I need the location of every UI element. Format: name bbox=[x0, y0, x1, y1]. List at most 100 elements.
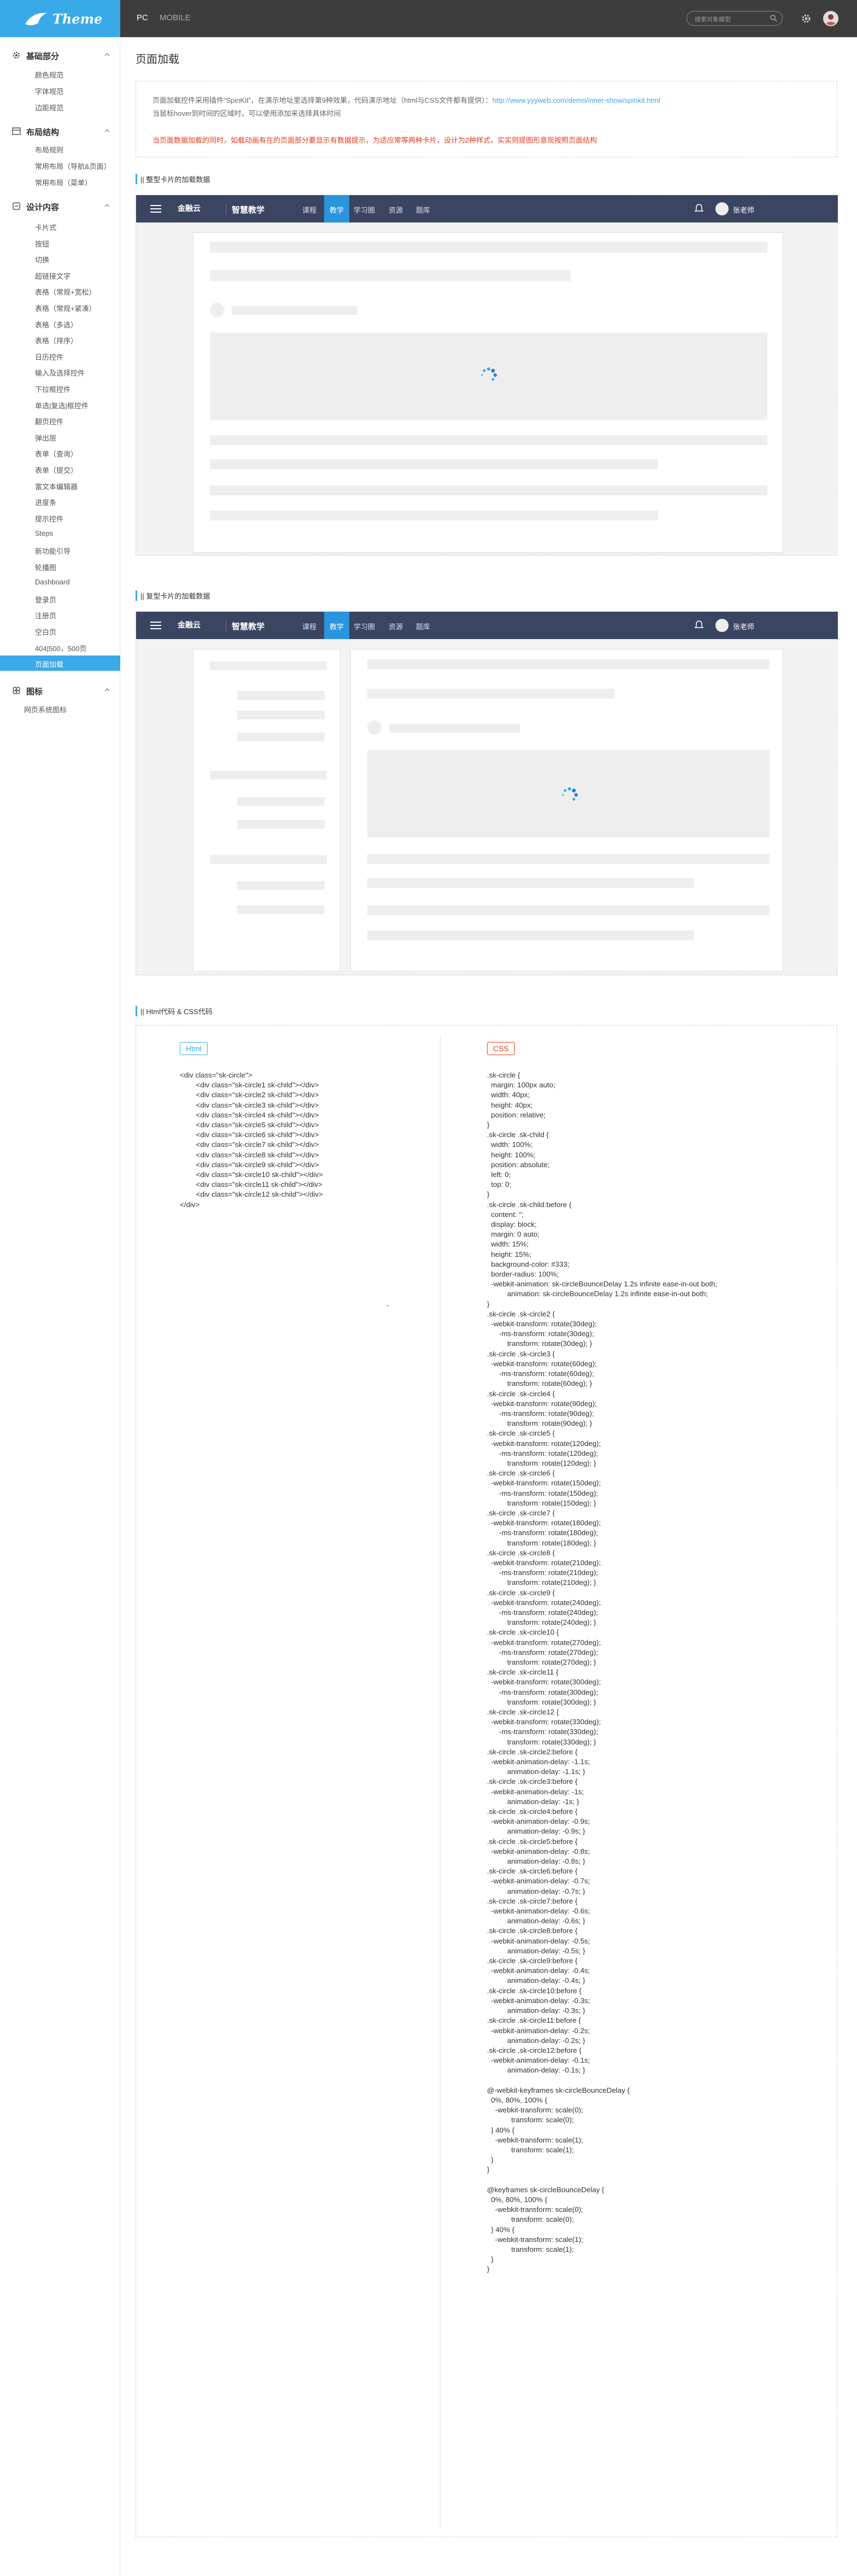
demo-nav-item[interactable]: 学习圈 bbox=[354, 621, 375, 631]
chevron-up-icon[interactable] bbox=[104, 687, 110, 693]
code-line: .sk-circle .sk-circle12 { bbox=[487, 1708, 559, 1716]
demo-brand: 智慧教学 bbox=[226, 620, 265, 632]
sidebar-item-design[interactable]: 进度条 bbox=[35, 497, 56, 507]
demo-nav-item[interactable]: 题库 bbox=[416, 204, 430, 215]
demo-logo: 金融云 bbox=[178, 204, 201, 213]
sidebar-item-font[interactable]: 字体规范 bbox=[35, 86, 63, 96]
code-line: } 40% { bbox=[487, 2225, 515, 2234]
code-line: <div class="sk-circle6 sk-child"></div> bbox=[180, 1131, 319, 1139]
code-line: animation-delay: -0.4s; } bbox=[487, 1976, 585, 1985]
sidebar-item-design[interactable]: 单选|复选|框控件 bbox=[35, 400, 89, 411]
code-line: animation-delay: -0.5s; } bbox=[487, 1946, 585, 1955]
sidebar-item-design[interactable]: Steps bbox=[35, 529, 53, 537]
code-line: -ms-transform: rotate(150deg); bbox=[487, 1489, 598, 1497]
code-line: -webkit-transform: rotate(270deg); bbox=[487, 1638, 601, 1647]
tab-pc[interactable]: PC bbox=[137, 13, 148, 22]
chevron-up-icon[interactable] bbox=[104, 202, 110, 209]
sidebar-item-design[interactable]: Dashboard bbox=[35, 578, 70, 586]
chevron-up-icon[interactable] bbox=[104, 127, 110, 134]
code-line: .sk-circle .sk-circle7:before { bbox=[487, 1896, 578, 1905]
loading-main-card bbox=[350, 649, 783, 971]
code-line: <div class="sk-circle7 sk-child"></div> bbox=[180, 1140, 319, 1149]
sidebar-item-design[interactable]: 表格（多选） bbox=[35, 319, 78, 330]
sidebar-item-design[interactable]: 表格（排序） bbox=[35, 335, 78, 346]
sidebar-item-design[interactable]: 切换 bbox=[35, 254, 49, 265]
search-icon[interactable] bbox=[770, 14, 777, 22]
code-line: .sk-circle { bbox=[487, 1071, 520, 1079]
code-line: -webkit-transform: scale(1); bbox=[487, 2135, 583, 2144]
code-line: width: 100%; bbox=[487, 1140, 533, 1149]
code-line: -webkit-animation-delay: -0.9s; bbox=[487, 1817, 590, 1826]
logo[interactable]: Theme bbox=[0, 0, 120, 37]
code-line: -webkit-transform: rotate(240deg); bbox=[487, 1598, 601, 1607]
code-line: <div class="sk-circle1 sk-child"></div> bbox=[180, 1081, 319, 1090]
sidebar-item-design[interactable]: 提示控件 bbox=[35, 513, 63, 524]
bell-icon[interactable] bbox=[695, 620, 703, 630]
sidebar-item-design[interactable]: 表格（常规+紧凑） bbox=[35, 303, 96, 313]
sidebar-item-design[interactable]: 弹出层 bbox=[35, 432, 56, 443]
search-input[interactable]: 搜索对象模型 bbox=[686, 11, 783, 26]
demo-nav-item[interactable]: 学习圈 bbox=[354, 204, 375, 215]
code-line: transform: rotate(90deg); } bbox=[487, 1419, 592, 1428]
sidebar-item-design[interactable]: 超链接文字 bbox=[35, 271, 71, 281]
demo-user-avatar[interactable] bbox=[715, 202, 729, 215]
sidebar-item-design[interactable]: 轮播图 bbox=[35, 562, 56, 572]
css-code-tab[interactable]: CSS bbox=[487, 1042, 515, 1055]
demo-user-name[interactable]: 张老师 bbox=[733, 621, 754, 631]
sidebar-item-design[interactable]: 按钮 bbox=[35, 238, 49, 249]
html-code-tab[interactable]: Html bbox=[180, 1042, 208, 1055]
sidebar-item-design[interactable]: 空白页 bbox=[35, 627, 56, 637]
code-line: <div class="sk-circle11 sk-child"></div> bbox=[180, 1180, 322, 1189]
gear-icon[interactable] bbox=[801, 14, 811, 24]
section-title-simple: || 整型卡片的加载数据 bbox=[136, 174, 210, 184]
demo-nav-item[interactable]: 题库 bbox=[416, 621, 430, 631]
sidebar-item-layout-nav[interactable]: 常用布局（导航&页面） bbox=[35, 161, 111, 171]
menu-icon[interactable] bbox=[150, 621, 161, 630]
demo-nav-item[interactable]: 资源 bbox=[389, 204, 403, 215]
sidebar-item-design[interactable]: 卡片式 bbox=[35, 222, 56, 232]
demo-nav-item[interactable]: 课程 bbox=[302, 621, 316, 631]
demo-nav-item[interactable]: 资源 bbox=[389, 621, 403, 631]
code-line: -webkit-animation-delay: -1.1s; bbox=[487, 1758, 590, 1766]
sidebar-group-label: 图标 bbox=[26, 687, 43, 696]
sidebar-item-layout-menu[interactable]: 常用布局（菜单） bbox=[35, 177, 92, 188]
section-title-complex: || 复型卡片的加载数据 bbox=[136, 590, 210, 601]
sidebar-item-design[interactable]: 表单（提交） bbox=[35, 465, 78, 475]
code-line: animation: sk-circleBounceDelay 1.2s inf… bbox=[487, 1290, 708, 1298]
code-line: top: 0; bbox=[487, 1180, 512, 1189]
bell-icon[interactable] bbox=[695, 203, 703, 213]
sidebar-item-design[interactable]: 翻页控件 bbox=[35, 416, 63, 426]
code-line: -webkit-animation-delay: -0.7s; bbox=[487, 1877, 590, 1886]
tab-mobile[interactable]: MOBILE bbox=[160, 13, 191, 22]
sidebar-item-design[interactable]: 输入及选择控件 bbox=[35, 367, 85, 378]
sidebar-item-color[interactable]: 颜色规范 bbox=[35, 69, 63, 80]
chevron-up-icon[interactable] bbox=[104, 51, 110, 58]
sidebar-item-design[interactable]: 富文本编辑器 bbox=[35, 481, 78, 491]
code-line: .sk-circle .sk-circle11:before { bbox=[487, 2016, 581, 2025]
demo-nav-item-active[interactable]: 教学 bbox=[330, 204, 344, 215]
sidebar-item-margin[interactable]: 边距规范 bbox=[35, 102, 63, 113]
sidebar-item-design[interactable]: 日历控件 bbox=[35, 352, 63, 362]
code-line: <div class="sk-circle8 sk-child"></div> bbox=[180, 1150, 319, 1159]
sidebar-item-web-icons[interactable]: 网页系统图标 bbox=[24, 704, 67, 715]
spinkit-link[interactable]: http://www.yyyweb.com/demo/inner-show/sp… bbox=[492, 96, 660, 104]
demo-logo: 金融云 bbox=[178, 620, 201, 629]
code-line: height: 100%; bbox=[487, 1150, 536, 1159]
demo-nav-item[interactable]: 课程 bbox=[302, 204, 316, 215]
demo-user-avatar[interactable] bbox=[715, 619, 729, 632]
sidebar-item-design[interactable]: 注册页 bbox=[35, 610, 56, 620]
code-line: .sk-circle .sk-circle5 { bbox=[487, 1429, 555, 1438]
demo-user-name[interactable]: 张老师 bbox=[733, 204, 754, 215]
sidebar-item-design[interactable]: 404|500，500页 bbox=[35, 643, 86, 653]
sidebar-item-layout-rule[interactable]: 布局规则 bbox=[35, 144, 63, 155]
sidebar-item-design[interactable]: 表单（查询） bbox=[35, 448, 78, 459]
avatar[interactable] bbox=[823, 11, 838, 26]
sidebar-item-design[interactable]: 登录页 bbox=[35, 594, 56, 605]
sidebar-item-design[interactable]: 表格（常规+宽松） bbox=[35, 286, 96, 297]
code-line: .sk-circle .sk-circle4 { bbox=[487, 1389, 555, 1398]
sidebar-item-design[interactable]: 下拉框控件 bbox=[35, 384, 71, 394]
sidebar-item-design[interactable]: 新功能引导 bbox=[35, 546, 71, 556]
demo-nav-item-active[interactable]: 教学 bbox=[330, 621, 344, 631]
menu-icon[interactable] bbox=[150, 204, 161, 213]
sidebar-item-design[interactable]: 页面加载 bbox=[35, 659, 63, 669]
